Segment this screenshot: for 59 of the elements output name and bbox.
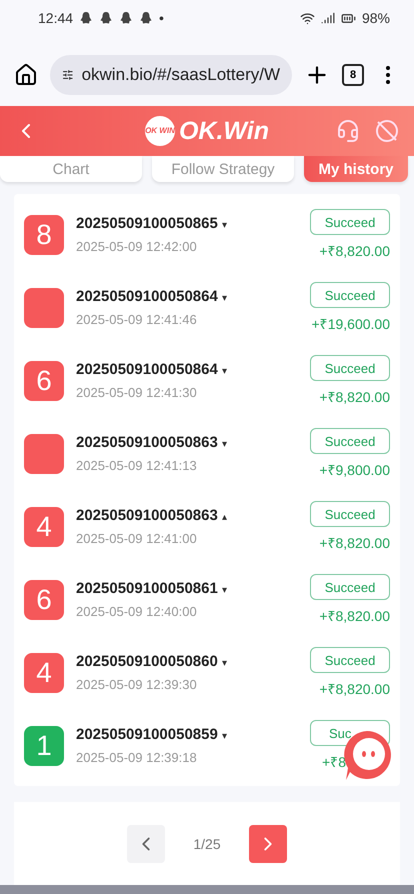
bet-time: 2025-05-09 12:40:00 bbox=[76, 604, 198, 619]
win-amount: +₹8,820.00 bbox=[319, 680, 390, 698]
battery-level: 98% bbox=[362, 10, 390, 26]
bet-time: 2025-05-09 12:41:00 bbox=[76, 531, 198, 546]
caret-icon[interactable]: ▾ bbox=[222, 585, 227, 596]
period-number: 20250509100050864 bbox=[76, 288, 218, 305]
status-tag: Succeed bbox=[310, 574, 390, 600]
muted-sound-icon[interactable] bbox=[374, 118, 400, 144]
ghost-icon bbox=[119, 11, 134, 25]
previous-page-button[interactable] bbox=[127, 824, 166, 862]
url-field[interactable]: okwin.bio/#/saasLottery/W bbox=[50, 55, 292, 95]
bet-time: 2025-05-09 12:39:18 bbox=[76, 750, 198, 765]
status-tag: Succeed bbox=[310, 282, 390, 308]
period-number: 20250509100050864 bbox=[76, 361, 218, 378]
logo-text: OK.Win bbox=[178, 116, 270, 146]
win-amount: +₹8,820.00 bbox=[319, 388, 390, 406]
next-page-button[interactable] bbox=[248, 824, 287, 862]
period-number: 20250509100050860 bbox=[76, 653, 218, 670]
win-amount: +₹8 bbox=[322, 753, 346, 771]
wifi-icon bbox=[300, 10, 315, 26]
status-tag: Succeed bbox=[310, 355, 390, 381]
bet-time: 2025-05-09 12:41:13 bbox=[76, 458, 198, 473]
period-number: 20250509100050863 bbox=[76, 434, 218, 451]
signal-icon bbox=[320, 11, 335, 25]
ghost-icon bbox=[139, 11, 154, 25]
headset-icon[interactable] bbox=[336, 119, 360, 143]
home-icon[interactable] bbox=[14, 63, 38, 87]
status-tag: Succeed bbox=[310, 428, 390, 454]
notification-dot: • bbox=[159, 10, 164, 26]
bet-time: 2025-05-09 12:39:30 bbox=[76, 677, 198, 692]
caret-icon[interactable]: ▾ bbox=[222, 220, 227, 231]
win-amount: +₹8,820.00 bbox=[319, 534, 390, 552]
win-amount: +₹8,820.00 bbox=[319, 242, 390, 260]
page-indicator: 1/25 bbox=[193, 836, 221, 852]
bet-time: 2025-05-09 12:41:46 bbox=[76, 312, 198, 327]
ghost-icon bbox=[99, 11, 114, 25]
period-number: 20250509100050865 bbox=[76, 215, 218, 232]
bet-time: 2025-05-09 12:42:00 bbox=[76, 239, 198, 254]
site-settings-icon[interactable] bbox=[62, 67, 74, 83]
period-number: 20250509100050861 bbox=[76, 580, 218, 597]
status-tag: Succeed bbox=[310, 501, 390, 527]
status-tag: Succeed bbox=[310, 647, 390, 673]
caret-icon[interactable]: ▾ bbox=[222, 658, 227, 669]
win-amount: +₹9,800.00 bbox=[319, 461, 390, 479]
bet-time: 2025-05-09 12:41:30 bbox=[76, 385, 198, 400]
caret-icon[interactable]: ▾ bbox=[222, 293, 227, 304]
status-tag: Succeed bbox=[310, 209, 390, 235]
ghost-icon bbox=[79, 11, 94, 25]
logo-badge: OK WIN bbox=[144, 116, 175, 146]
caret-icon[interactable]: ▾ bbox=[222, 439, 227, 450]
caret-icon[interactable]: ▾ bbox=[222, 731, 227, 742]
tab-count-button[interactable]: 8 bbox=[342, 64, 364, 86]
caret-icon[interactable]: ▾ bbox=[222, 366, 227, 377]
win-amount: +₹19,600.00 bbox=[312, 315, 390, 333]
win-amount: +₹8,820.00 bbox=[319, 607, 390, 625]
period-number: 20250509100050863 bbox=[76, 507, 218, 524]
period-number: 20250509100050859 bbox=[76, 726, 218, 743]
clock: 12:44 bbox=[38, 10, 74, 26]
caret-icon[interactable]: ▴ bbox=[222, 512, 227, 523]
